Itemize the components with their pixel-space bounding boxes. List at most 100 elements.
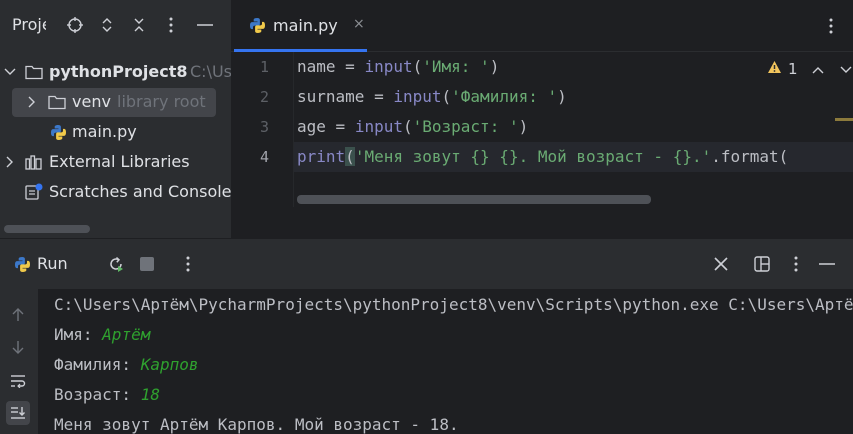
project-panel-title[interactable]: Project — [12, 15, 46, 34]
warning-count: 1 — [788, 60, 798, 78]
line-number: 2 — [259, 88, 269, 106]
chevron-right-icon[interactable] — [25, 95, 39, 109]
expand-collapse-icon[interactable] — [96, 14, 118, 36]
console-prompt: Фамилия: — [54, 355, 141, 374]
code-token-variable: age — [297, 117, 326, 136]
code-token-paren: ) — [489, 57, 500, 76]
code-token-paren: ( — [441, 87, 452, 106]
more-vertical-icon[interactable] — [160, 14, 182, 36]
rerun-icon[interactable] — [106, 254, 126, 274]
tree-item-label: main.py — [72, 122, 137, 141]
tree-item-external-libraries[interactable]: External Libraries — [0, 147, 231, 177]
editor-horizontal-scrollbar[interactable] — [297, 195, 651, 204]
folder-icon — [25, 63, 43, 81]
tree-item-main-py[interactable]: main.py — [0, 117, 231, 147]
console-prompt: Возраст: — [54, 385, 141, 404]
tree-item-project-root[interactable]: pythonProject8 C:\Users\Артём\PycharmPro… — [0, 57, 231, 87]
line-number: 1 — [259, 58, 269, 76]
line-number-gutter: 1 2 3 4 — [231, 52, 293, 202]
inspection-widget[interactable]: 1 — [767, 58, 852, 80]
close-icon[interactable]: × — [353, 16, 365, 32]
warning-icon — [767, 60, 782, 78]
code-line[interactable]: surname = input('Фамилия: ') — [297, 82, 567, 112]
code-token-variable: surname — [297, 87, 365, 106]
code-token-variable: name — [297, 57, 336, 76]
chevron-down-icon[interactable] — [3, 65, 17, 79]
code-line-active[interactable]: print('Меня зовут {} {}. Мой возраст - {… — [297, 142, 788, 172]
editor-tab-bar: main.py × — [231, 0, 853, 52]
python-file-icon — [12, 254, 32, 274]
code-token-string: 'Имя: ' — [422, 57, 490, 76]
error-stripe-mark[interactable] — [835, 118, 853, 121]
tab-main-py[interactable]: main.py × — [243, 0, 369, 52]
run-toolbar: Run — [0, 239, 853, 289]
console-output-line: Меня зовут Артём Карпов. Мой возраст - 1… — [54, 415, 459, 434]
arrow-up-icon[interactable] — [6, 303, 30, 327]
code-token-string: 'Фамилия: ' — [451, 87, 558, 106]
code-token-paren-matched: ( — [345, 147, 355, 166]
project-panel: Project pythonProject8 C:\Users\Артём\Py… — [0, 0, 231, 238]
console-line: Имя: Артём — [54, 320, 150, 350]
close-icon[interactable] — [711, 254, 731, 274]
code-token-builtin: input — [364, 57, 413, 76]
tab-label: main.py — [273, 16, 338, 35]
scratches-icon — [25, 183, 43, 201]
collapse-all-icon[interactable] — [128, 14, 150, 36]
python-file-icon — [49, 123, 67, 141]
library-icon — [25, 153, 43, 171]
console-user-input: Артём — [102, 325, 151, 344]
crosshair-icon[interactable] — [64, 14, 86, 36]
chevron-right-icon[interactable] — [3, 155, 17, 169]
code-line[interactable]: age = input('Возраст: ') — [297, 112, 528, 142]
console-line: Фамилия: Карпов — [54, 350, 199, 380]
project-horizontal-scrollbar[interactable] — [4, 225, 90, 233]
console-user-input: 18 — [140, 385, 160, 404]
stop-icon[interactable] — [137, 254, 157, 274]
more-vertical-icon[interactable] — [821, 15, 841, 37]
editor: main.py × 1 2 3 4 name = input('Имя: ') … — [231, 0, 853, 238]
console-user-input: Карпов — [140, 355, 199, 374]
minimize-icon[interactable] — [194, 14, 216, 36]
gutter-separator — [293, 52, 294, 207]
code-token-string: 'Возраст: ' — [412, 117, 519, 136]
more-vertical-icon[interactable] — [786, 254, 806, 274]
soft-wrap-icon[interactable] — [6, 369, 30, 393]
tree-item-scratches[interactable]: Scratches and Consoles — [0, 177, 231, 207]
code-token-paren: ( — [412, 57, 423, 76]
folder-icon — [48, 93, 66, 111]
code-token-operator: = — [364, 87, 394, 106]
tree-item-label: pythonProject8 — [49, 62, 188, 81]
code-token-builtin: print — [297, 147, 346, 166]
python-file-icon — [249, 17, 267, 35]
scroll-to-end-icon[interactable] — [6, 401, 30, 425]
line-number: 3 — [259, 118, 269, 136]
layout-icon[interactable] — [752, 254, 772, 274]
console-prompt: Имя: — [54, 325, 103, 344]
code-token-paren: ) — [518, 117, 529, 136]
run-side-toolbar — [0, 289, 36, 434]
code-token-paren: ) — [557, 87, 567, 106]
run-panel: Run C:\Users\Артём\PycharmProjects\pytho… — [0, 238, 853, 434]
code-token-operator: = — [325, 117, 355, 136]
tree-item-label: External Libraries — [49, 152, 190, 171]
minimize-icon[interactable] — [817, 254, 837, 274]
console-command-line: C:\Users\Артём\PycharmProjects\pythonPro… — [54, 295, 853, 314]
next-highlight-icon[interactable] — [840, 60, 852, 78]
previous-highlight-icon[interactable] — [812, 60, 824, 78]
tree-item-label: Scratches and Consoles — [49, 182, 231, 201]
code-token-string: 'Меня зовут {} {}. Мой возраст - {}.' — [354, 147, 712, 166]
run-tab-title[interactable]: Run — [37, 254, 68, 273]
code-token-operator: = — [335, 57, 365, 76]
code-line[interactable]: name = input('Имя: ') — [297, 52, 499, 82]
code-token-paren: ( — [402, 117, 413, 136]
tree-item-path: C:\Users\Артём\PycharmProjects\pythonPro… — [190, 62, 231, 81]
more-vertical-icon[interactable] — [178, 254, 198, 274]
line-number-active: 4 — [259, 148, 269, 166]
arrow-down-icon[interactable] — [6, 335, 30, 359]
tree-item-hint: library root — [117, 92, 206, 111]
tree-item-label: venv — [72, 92, 111, 111]
code-token-builtin: input — [354, 117, 403, 136]
console-output[interactable]: C:\Users\Артём\PycharmProjects\pythonPro… — [38, 289, 853, 434]
tree-item-venv[interactable]: venv library root — [0, 87, 231, 117]
ide-window: Project pythonProject8 C:\Users\Артём\Py… — [0, 0, 853, 434]
